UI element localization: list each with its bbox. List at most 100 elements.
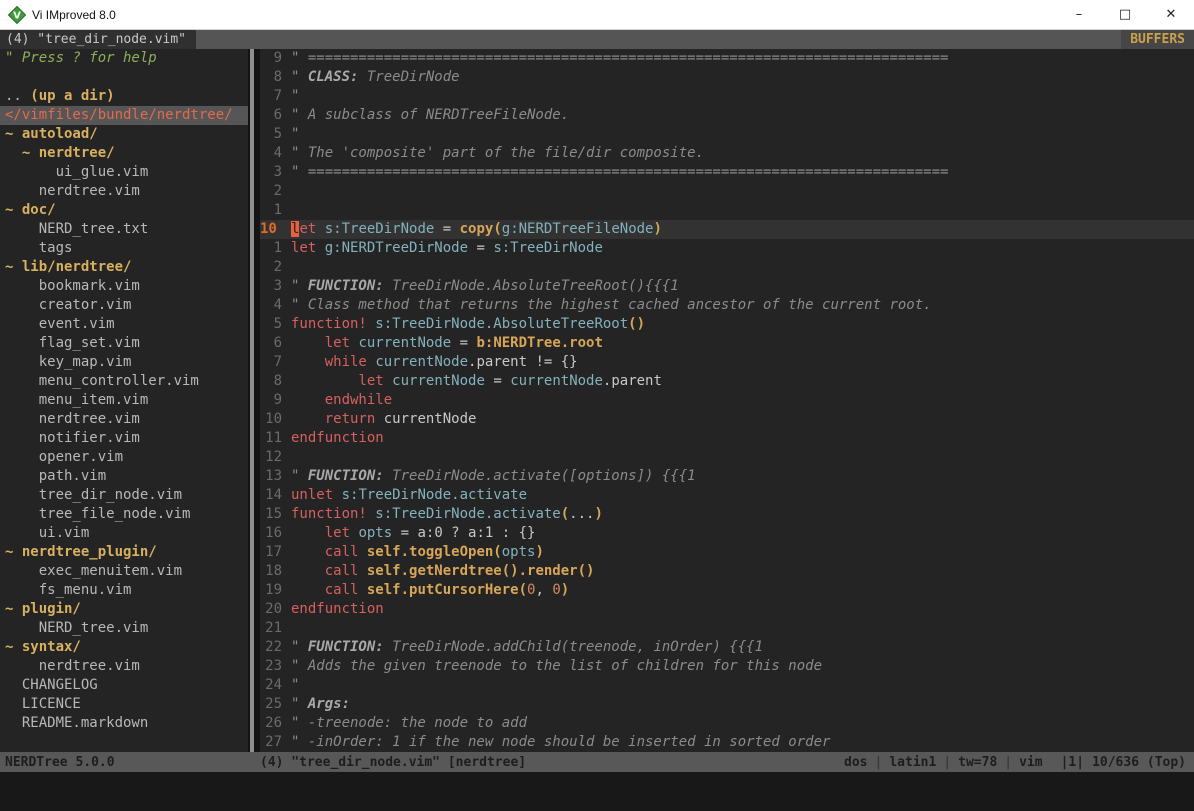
- nerdtree-item[interactable]: key_map.vim: [5, 353, 248, 372]
- line-text: " -inOrder: 1 if the new node should be …: [282, 733, 830, 752]
- nerdtree-item[interactable]: ~ nerdtree/: [5, 144, 248, 163]
- nerdtree-item[interactable]: ~ syntax/: [5, 638, 248, 657]
- nerdtree-item[interactable]: ~ autoload/: [5, 125, 248, 144]
- syntax-token: b:NERDTree.root: [476, 335, 602, 351]
- nerdtree-item[interactable]: path.vim: [5, 467, 248, 486]
- code-line[interactable]: 26" -treenode: the node to add: [260, 714, 1194, 733]
- code-line-current[interactable]: 10let s:TreeDirNode = copy(g:NERDTreeFil…: [260, 220, 1194, 239]
- nerdtree-item[interactable]: opener.vim: [5, 448, 248, 467]
- nerdtree-item[interactable]: nerdtree.vim: [5, 657, 248, 676]
- nerdtree-item[interactable]: menu_item.vim: [5, 391, 248, 410]
- scrollbar[interactable]: [250, 49, 254, 752]
- code-line[interactable]: 9" =====================================…: [260, 49, 1194, 68]
- syntax-token: " -inOrder: 1 if the new node should be …: [291, 734, 830, 750]
- nerdtree-item[interactable]: nerdtree.vim: [5, 410, 248, 429]
- nerdtree-item[interactable]: nerdtree.vim: [5, 182, 248, 201]
- nerdtree-item[interactable]: bookmark.vim: [5, 277, 248, 296]
- nerdtree-item[interactable]: ui_glue.vim: [5, 163, 248, 182]
- syntax-token: ,: [535, 582, 552, 598]
- syntax-token: [291, 563, 325, 579]
- nerdtree-item[interactable]: [5, 68, 248, 87]
- code-line[interactable]: 7 while currentNode.parent != {}: [260, 353, 1194, 372]
- code-line[interactable]: 4" Class method that returns the highest…: [260, 296, 1194, 315]
- code-line[interactable]: 24": [260, 676, 1194, 695]
- code-line[interactable]: 3" =====================================…: [260, 163, 1194, 182]
- code-line[interactable]: 1: [260, 201, 1194, 220]
- tree-node-label: event.vim: [5, 316, 115, 332]
- tree-node-label: notifier.vim: [5, 430, 140, 446]
- code-line[interactable]: 14unlet s:TreeDirNode.activate: [260, 486, 1194, 505]
- code-line[interactable]: 21: [260, 619, 1194, 638]
- code-line[interactable]: 6 let currentNode = b:NERDTree.root: [260, 334, 1194, 353]
- syntax-token: .parent != {}: [468, 354, 578, 370]
- code-line[interactable]: 15function! s:TreeDirNode.activate(...): [260, 505, 1194, 524]
- nerdtree-item[interactable]: README.markdown: [5, 714, 248, 733]
- code-line[interactable]: 13" FUNCTION: TreeDirNode.activate([opti…: [260, 467, 1194, 486]
- nerdtree-item[interactable]: event.vim: [5, 315, 248, 334]
- tree-node-label: nerdtree.vim: [5, 183, 140, 199]
- nerdtree-root-item[interactable]: </vimfiles/bundle/nerdtree/: [0, 106, 248, 125]
- nerdtree-item[interactable]: ~ lib/nerdtree/: [5, 258, 248, 277]
- nerdtree-item[interactable]: ~ doc/: [5, 201, 248, 220]
- nerdtree-item[interactable]: tree_dir_node.vim: [5, 486, 248, 505]
- nerdtree-item[interactable]: notifier.vim: [5, 429, 248, 448]
- code-line[interactable]: 5": [260, 125, 1194, 144]
- syntax-token: ": [291, 69, 308, 85]
- code-line[interactable]: 6" A subclass of NERDTreeFileNode.: [260, 106, 1194, 125]
- code-line[interactable]: 23" Adds the given treenode to the list …: [260, 657, 1194, 676]
- code-line[interactable]: 19 call self.putCursorHere(0, 0): [260, 581, 1194, 600]
- line-number: 18: [260, 562, 282, 581]
- nerdtree-item[interactable]: tags: [5, 239, 248, 258]
- nerdtree-item[interactable]: NERD_tree.txt: [5, 220, 248, 239]
- code-line[interactable]: 5function! s:TreeDirNode.AbsoluteTreeRoo…: [260, 315, 1194, 334]
- nerdtree-item[interactable]: creator.vim: [5, 296, 248, 315]
- nerdtree-item[interactable]: .. (up a dir): [5, 87, 248, 106]
- code-line[interactable]: 1let g:NERDTreeDirNode = s:TreeDirNode: [260, 239, 1194, 258]
- line-text: let s:TreeDirNode = copy(g:NERDTreeFileN…: [282, 220, 662, 239]
- syntax-token: ": [291, 278, 308, 294]
- code-line[interactable]: 3" FUNCTION: TreeDirNode.AbsoluteTreeRoo…: [260, 277, 1194, 296]
- syntax-token: [291, 373, 358, 389]
- code-line[interactable]: 10 return currentNode: [260, 410, 1194, 429]
- minimize-button[interactable]: –: [1056, 0, 1102, 29]
- code-line[interactable]: 22" FUNCTION: TreeDirNode.addChild(treen…: [260, 638, 1194, 657]
- syntax-token: ): [535, 544, 543, 560]
- code-line[interactable]: 16 let opts = a:0 ? a:1 : {}: [260, 524, 1194, 543]
- nerdtree-item[interactable]: flag_set.vim: [5, 334, 248, 353]
- code-line[interactable]: 4" The 'composite' part of the file/dir …: [260, 144, 1194, 163]
- nerdtree-item[interactable]: ui.vim: [5, 524, 248, 543]
- tree-node-label: nerdtree.vim: [5, 411, 140, 427]
- nerdtree-item[interactable]: fs_menu.vim: [5, 581, 248, 600]
- close-button[interactable]: ✕: [1148, 0, 1194, 29]
- code-line[interactable]: 27" -inOrder: 1 if the new node should b…: [260, 733, 1194, 752]
- syntax-token: let: [325, 525, 350, 541]
- code-line[interactable]: 25" Args:: [260, 695, 1194, 714]
- nerdtree-item[interactable]: NERD_tree.vim: [5, 619, 248, 638]
- maximize-button[interactable]: □: [1102, 0, 1148, 29]
- nerdtree-item[interactable]: ~ nerdtree_plugin/: [5, 543, 248, 562]
- nerdtree-item[interactable]: menu_controller.vim: [5, 372, 248, 391]
- code-line[interactable]: 11endfunction: [260, 429, 1194, 448]
- code-line[interactable]: 7": [260, 87, 1194, 106]
- code-line[interactable]: 2: [260, 258, 1194, 277]
- code-line[interactable]: 9 endwhile: [260, 391, 1194, 410]
- nerdtree-item[interactable]: LICENCE: [5, 695, 248, 714]
- syntax-token: [316, 221, 324, 237]
- code-line[interactable]: 12: [260, 448, 1194, 467]
- code-line[interactable]: 8" CLASS: TreeDirNode: [260, 68, 1194, 87]
- window-separator[interactable]: [248, 49, 260, 752]
- nerdtree-item[interactable]: ~ plugin/: [5, 600, 248, 619]
- code-line[interactable]: 20endfunction: [260, 600, 1194, 619]
- main-area: " Press ? for help .. (up a dir)</vimfile…: [0, 49, 1194, 752]
- nerdtree-item[interactable]: " Press ? for help: [5, 49, 248, 68]
- nerdtree-item[interactable]: CHANGELOG: [5, 676, 248, 695]
- nerdtree-item[interactable]: exec_menuitem.vim: [5, 562, 248, 581]
- nerdtree-panel: " Press ? for help .. (up a dir)</vimfile…: [0, 49, 248, 752]
- nerdtree-list: " Press ? for help.. (up a dir)</vimfile…: [5, 49, 248, 733]
- tab-tree-dir-node[interactable]: (4) "tree_dir_node.vim": [0, 30, 196, 49]
- code-line[interactable]: 18 call self.getNerdtree().render(): [260, 562, 1194, 581]
- code-line[interactable]: 8 let currentNode = currentNode.parent: [260, 372, 1194, 391]
- code-line[interactable]: 17 call self.toggleOpen(opts): [260, 543, 1194, 562]
- code-line[interactable]: 2: [260, 182, 1194, 201]
- nerdtree-item[interactable]: tree_file_node.vim: [5, 505, 248, 524]
